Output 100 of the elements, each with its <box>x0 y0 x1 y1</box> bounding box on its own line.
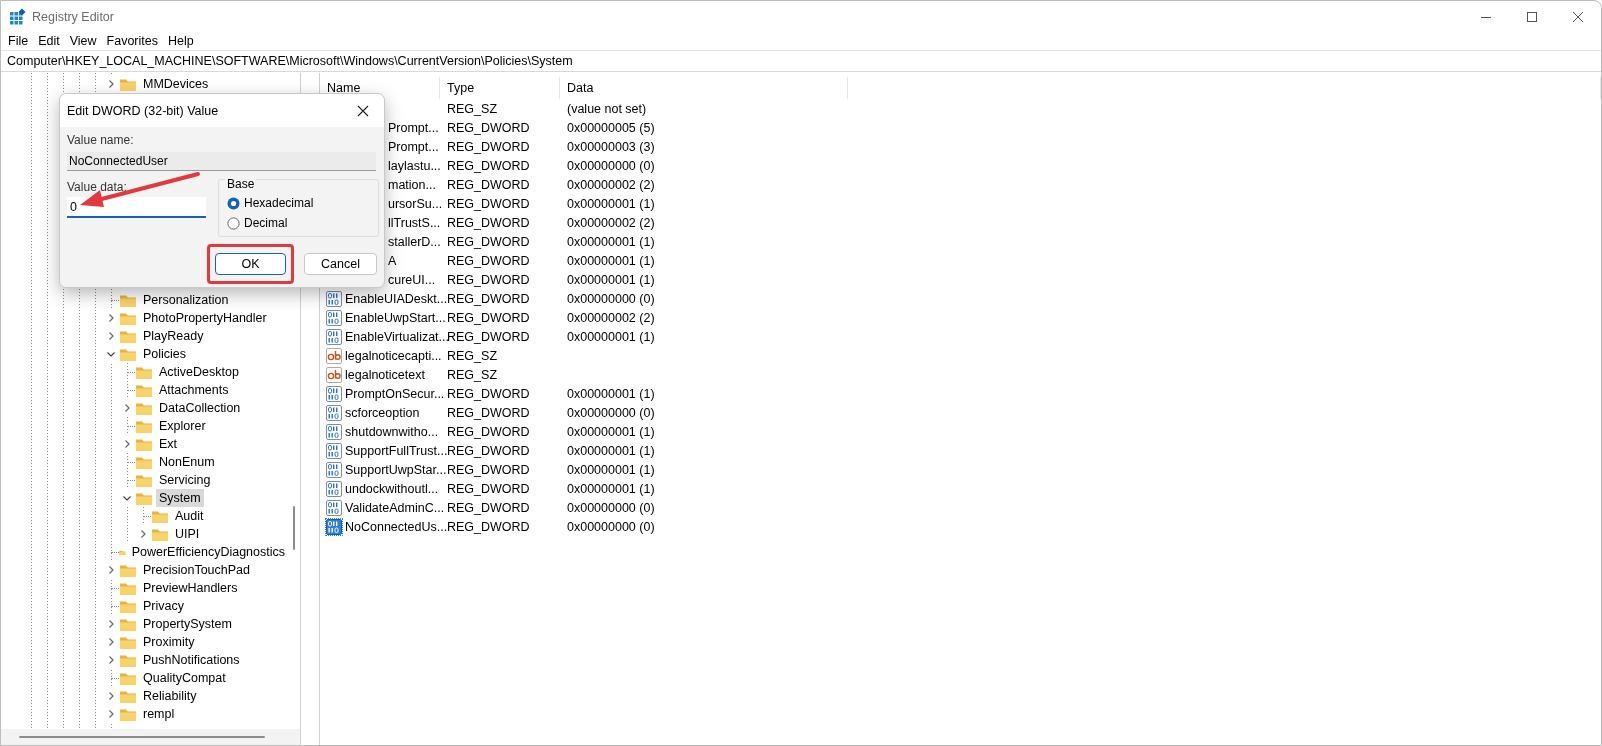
tree-item[interactable]: PowerEfficiencyDiagnostics <box>128 543 288 561</box>
value-name[interactable]: ValidateAdminC... <box>345 500 445 515</box>
tree-item[interactable]: PhotoPropertyHandler <box>140 309 270 327</box>
app-icon <box>9 8 26 25</box>
tree-item[interactable]: Attachments <box>156 381 232 399</box>
value-name[interactable]: PromptOnSecur... <box>345 386 445 401</box>
menu-item[interactable]: File <box>3 34 34 48</box>
value-type: REG_DWORD <box>446 215 531 230</box>
maximize-icon[interactable] <box>1526 10 1538 23</box>
tree-item[interactable]: Policies <box>140 345 190 363</box>
value-name[interactable]: ursorSu... <box>388 196 443 211</box>
tree-item[interactable]: MMDevices <box>140 75 212 93</box>
tree-item[interactable]: Ext <box>156 435 181 453</box>
radio-button[interactable] <box>227 196 240 210</box>
address-field[interactable]: Computer\HKEY_LOCAL_MACHINE\SOFTWARE\Microsoft\Windows\CurrentVersion\Policies\System <box>1 51 1601 71</box>
value-name[interactable]: Prompt... <box>388 120 439 135</box>
menu-item[interactable]: Favorites <box>101 34 163 48</box>
value-name[interactable]: SupportFullTrust... <box>345 443 448 458</box>
tree-item[interactable]: rempl <box>140 705 178 723</box>
dialog-button[interactable]: Cancel <box>304 253 377 275</box>
tree-item[interactable]: QualityCompat <box>140 669 229 687</box>
connector-line <box>127 480 135 481</box>
value-name[interactable]: laylastu... <box>388 158 441 173</box>
tree-item[interactable]: Privacy <box>140 597 187 615</box>
radio-label[interactable]: Hexadecimal <box>244 196 314 210</box>
value-name[interactable]: EnableVirtualizat... <box>345 329 449 344</box>
connector-line <box>127 390 135 391</box>
tree-item[interactable]: System <box>156 489 204 507</box>
value-type: REG_DWORD <box>446 139 531 154</box>
tree-item[interactable]: Reliability <box>140 687 200 705</box>
value-data: 0x00000001 (1) <box>566 424 656 439</box>
value-name[interactable]: cureUI... <box>388 272 436 287</box>
value-name[interactable]: A <box>388 253 397 268</box>
scrollbar-thumb[interactable] <box>19 736 265 738</box>
field-label: Value name: <box>67 132 135 148</box>
tree-item[interactable]: PreviewHandlers <box>140 579 241 597</box>
value-name[interactable]: Prompt... <box>388 139 439 154</box>
scrollbar-thumb[interactable] <box>293 506 295 550</box>
value-data: 0x00000000 (0) <box>566 405 656 420</box>
tree-item[interactable]: Proximity <box>140 633 198 651</box>
menu-item[interactable]: View <box>64 34 102 48</box>
value-name[interactable]: scforceoption <box>345 405 420 420</box>
value-data: 0x00000001 (1) <box>566 253 656 268</box>
value-data: 0x00000003 (3) <box>566 139 656 154</box>
tree-item[interactable]: Audit <box>172 507 207 525</box>
value-name[interactable]: llTrustS... <box>388 215 441 230</box>
connector-line <box>111 606 119 607</box>
value-type: REG_DWORD <box>446 120 531 135</box>
close-icon[interactable] <box>1572 10 1584 23</box>
radio-button[interactable] <box>227 216 240 230</box>
value-data: 0x00000000 (0) <box>566 158 656 173</box>
value-name[interactable]: shutdownwitho... <box>345 424 439 439</box>
value-type: REG_DWORD <box>446 196 531 211</box>
tree-item[interactable]: PropertySystem <box>140 615 235 633</box>
value-name[interactable]: undockwithoutl... <box>345 481 439 496</box>
connector-line <box>111 300 119 301</box>
value-data-field[interactable]: 0 <box>67 197 206 218</box>
value-type: REG_DWORD <box>446 234 531 249</box>
value-data: 0x00000001 (1) <box>566 329 656 344</box>
value-name[interactable]: EnableUIADeskt... <box>345 291 448 306</box>
value-data: 0x00000001 (1) <box>566 196 656 211</box>
value-name-field[interactable]: NoConnectedUser <box>67 152 376 171</box>
value-data: 0x00000001 (1) <box>566 272 656 287</box>
tree-item[interactable]: ActiveDesktop <box>156 363 242 381</box>
value-name[interactable]: EnableUwpStart... <box>345 310 446 325</box>
value-type: REG_DWORD <box>446 253 531 268</box>
value-name[interactable]: legalnoticecapti... <box>345 348 442 363</box>
value-data: (value not set) <box>566 101 648 116</box>
radio-label[interactable]: Decimal <box>244 216 288 230</box>
tree-item[interactable]: Explorer <box>156 417 209 435</box>
value-data: 0x00000000 (0) <box>566 291 656 306</box>
value-name[interactable]: SupportUwpStar... <box>345 462 447 477</box>
value-type: REG_DWORD <box>446 481 531 496</box>
dialog-button[interactable]: OK <box>215 253 286 275</box>
value-name[interactable]: legalnoticetext <box>345 367 425 382</box>
menu-item[interactable]: Edit <box>33 34 65 48</box>
value-data: 0x00000001 (1) <box>566 443 656 458</box>
column-header[interactable]: Data <box>560 77 848 99</box>
tree-item[interactable]: DataCollection <box>156 399 244 417</box>
value-data: 0x00000000 (0) <box>566 500 656 515</box>
value-name[interactable]: mation... <box>388 177 436 192</box>
tree-item[interactable]: UIPI <box>172 525 203 543</box>
tree-item[interactable]: NonEnum <box>156 453 218 471</box>
tree-item[interactable]: PlayReady <box>140 327 207 345</box>
menu-item[interactable]: Help <box>163 34 199 48</box>
value-type: REG_DWORD <box>446 272 531 287</box>
value-type: REG_DWORD <box>446 158 531 173</box>
tree-item[interactable]: PrecisionTouchPad <box>140 561 253 579</box>
tree-item[interactable]: PushNotifications <box>140 651 243 669</box>
connector-line <box>111 678 119 679</box>
tree-item[interactable]: Servicing <box>156 471 214 489</box>
value-data: 0x00000001 (1) <box>566 386 656 401</box>
tree-item[interactable]: Personalization <box>140 291 232 309</box>
value-type: REG_SZ <box>446 101 498 116</box>
value-name[interactable]: stallerD... <box>388 234 441 249</box>
value-data: 0x00000001 (1) <box>566 462 656 477</box>
connector-line <box>127 426 135 427</box>
column-header[interactable]: Type <box>440 77 560 99</box>
value-name[interactable]: NoConnectedUs... <box>345 519 448 534</box>
connector-line <box>143 516 151 517</box>
